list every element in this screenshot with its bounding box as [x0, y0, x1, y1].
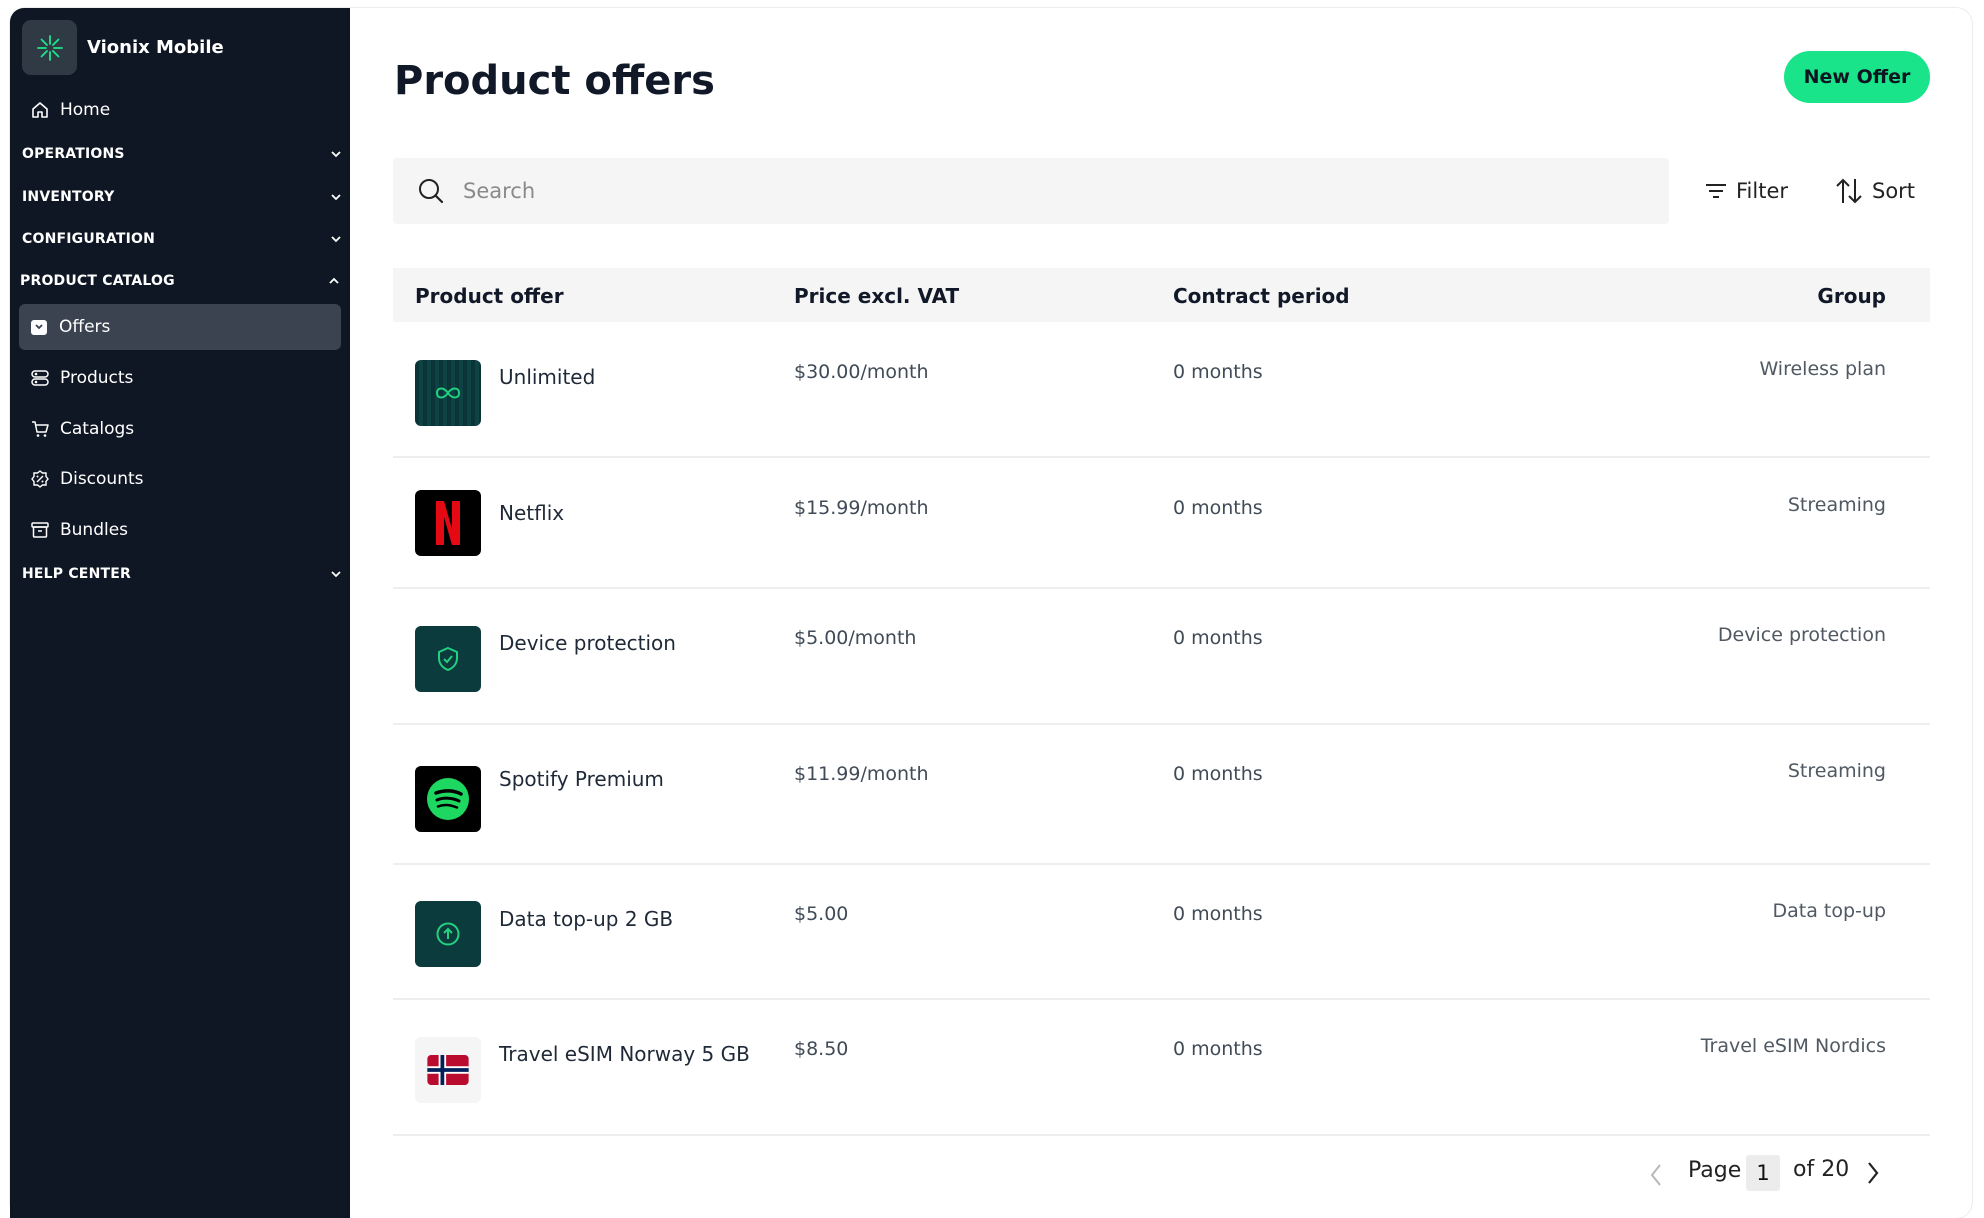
infinity-icon	[415, 360, 481, 426]
filter-icon	[1706, 184, 1726, 198]
brand-name: Vionix Mobile	[87, 37, 224, 58]
column-header-price[interactable]: Price excl. VAT	[794, 284, 959, 308]
page-label: Page	[1688, 1157, 1742, 1183]
offer-price: $15.99/month	[794, 497, 929, 519]
brand[interactable]: Vionix Mobile	[22, 20, 224, 75]
archive-box-icon	[31, 522, 49, 538]
offer-group: Streaming	[1787, 760, 1886, 782]
table-row[interactable]: Unlimited $30.00/month 0 months Wireless…	[393, 322, 1930, 458]
table-row[interactable]: Device protection $5.00/month 0 months D…	[393, 589, 1930, 725]
arrow-up-circle-icon	[415, 901, 481, 967]
search-input[interactable]	[463, 179, 1563, 203]
offer-price: $5.00	[794, 903, 849, 925]
offer-period: 0 months	[1173, 903, 1263, 925]
sidebar-item-label: Products	[60, 368, 134, 388]
chevron-up-icon	[329, 277, 339, 284]
sidebar-item-label: Offers	[59, 317, 111, 337]
table-row[interactable]: Travel eSIM Norway 5 GB $8.50 0 months T…	[393, 1000, 1930, 1136]
table-header: Product offer Price excl. VAT Contract p…	[393, 268, 1930, 322]
offer-name[interactable]: Unlimited	[499, 365, 595, 389]
offer-group: Travel eSIM Nordics	[1700, 1035, 1886, 1057]
table-row[interactable]: Netflix $15.99/month 0 months Streaming	[393, 458, 1930, 589]
spotify-logo	[415, 766, 481, 832]
offer-period: 0 months	[1173, 361, 1263, 383]
sort-button[interactable]: Sort	[1834, 170, 1915, 212]
brand-logo-icon	[22, 20, 77, 75]
offer-name[interactable]: Device protection	[499, 631, 676, 655]
chevron-down-icon	[331, 571, 341, 578]
home-icon	[32, 102, 48, 118]
cart-icon	[32, 421, 49, 437]
chevron-right-icon[interactable]	[1865, 1160, 1881, 1186]
sidebar-section-help-center[interactable]: HELP CENTER	[22, 557, 352, 591]
section-label: PRODUCT CATALOG	[20, 273, 175, 289]
sidebar-item-bundles[interactable]: Bundles	[30, 508, 360, 552]
offer-period: 0 months	[1173, 497, 1263, 519]
sidebar: Vionix Mobile Home OPERATIONS INVENTORY …	[10, 8, 350, 1218]
section-label: INVENTORY	[22, 189, 115, 205]
offer-name[interactable]: Data top-up 2 GB	[499, 907, 673, 931]
offer-price: $8.50	[794, 1038, 849, 1060]
netflix-logo	[415, 490, 481, 556]
products-icon	[31, 370, 49, 386]
current-page-input[interactable]: 1	[1746, 1155, 1780, 1191]
filter-label: Filter	[1736, 179, 1789, 203]
sidebar-section-product-catalog[interactable]: PRODUCT CATALOG	[20, 264, 350, 298]
pagination-total: of 20	[1793, 1152, 1881, 1186]
norway-flag-icon	[415, 1037, 481, 1103]
column-header-group[interactable]: Group	[1817, 284, 1886, 308]
offer-period: 0 months	[1173, 627, 1263, 649]
page-total-label: of 20	[1793, 1156, 1850, 1182]
sidebar-item-label: Catalogs	[60, 419, 135, 439]
section-label: HELP CENTER	[22, 566, 131, 582]
table-row[interactable]: Data top-up 2 GB $5.00 0 months Data top…	[393, 865, 1930, 1000]
offer-tag-icon	[31, 320, 47, 335]
offer-group: Device protection	[1717, 624, 1886, 646]
discount-badge-icon	[31, 470, 49, 488]
chevron-down-icon	[331, 194, 341, 201]
search-bar	[393, 158, 1669, 224]
filter-button[interactable]: Filter	[1704, 170, 1788, 212]
table-row[interactable]: Spotify Premium $11.99/month 0 months St…	[393, 725, 1930, 865]
offer-group: Data top-up	[1772, 900, 1887, 922]
chevron-down-icon	[331, 151, 341, 158]
pagination: Page	[1648, 1152, 1741, 1188]
section-label: CONFIGURATION	[22, 231, 156, 247]
sidebar-item-catalogs[interactable]: Catalogs	[30, 407, 360, 451]
sidebar-item-home[interactable]: Home	[30, 92, 110, 128]
sidebar-section-operations[interactable]: OPERATIONS	[22, 137, 352, 171]
sidebar-item-label: Discounts	[60, 469, 144, 489]
offer-name[interactable]: Travel eSIM Norway 5 GB	[499, 1042, 750, 1066]
page-title: Product offers	[394, 58, 715, 104]
offer-price: $11.99/month	[794, 763, 929, 785]
column-header-contract-period[interactable]: Contract period	[1173, 284, 1350, 308]
sidebar-item-offers[interactable]: Offers	[19, 304, 341, 350]
shield-check-icon	[415, 626, 481, 692]
chevron-down-icon	[331, 236, 341, 243]
sidebar-section-inventory[interactable]: INVENTORY	[22, 180, 352, 214]
offer-price: $30.00/month	[794, 361, 929, 383]
offer-group: Wireless plan	[1759, 358, 1886, 380]
sidebar-item-products[interactable]: Products	[30, 356, 360, 400]
column-header-product-offer[interactable]: Product offer	[415, 284, 564, 308]
search-icon	[419, 179, 444, 204]
sidebar-item-label: Bundles	[60, 520, 129, 540]
sidebar-section-configuration[interactable]: CONFIGURATION	[22, 222, 352, 256]
sidebar-item-discounts[interactable]: Discounts	[30, 457, 360, 501]
section-label: OPERATIONS	[22, 146, 125, 162]
sort-label: Sort	[1872, 179, 1916, 203]
offer-price: $5.00/month	[794, 627, 917, 649]
offer-group: Streaming	[1787, 494, 1886, 516]
offer-name[interactable]: Spotify Premium	[499, 767, 664, 791]
sort-arrows-icon	[1836, 178, 1862, 204]
chevron-left-icon[interactable]	[1648, 1162, 1664, 1188]
sidebar-item-label: Home	[60, 100, 111, 120]
offer-period: 0 months	[1173, 1038, 1263, 1060]
offer-name[interactable]: Netflix	[499, 501, 564, 525]
new-offer-button[interactable]: New Offer	[1784, 51, 1930, 103]
offer-period: 0 months	[1173, 763, 1263, 785]
